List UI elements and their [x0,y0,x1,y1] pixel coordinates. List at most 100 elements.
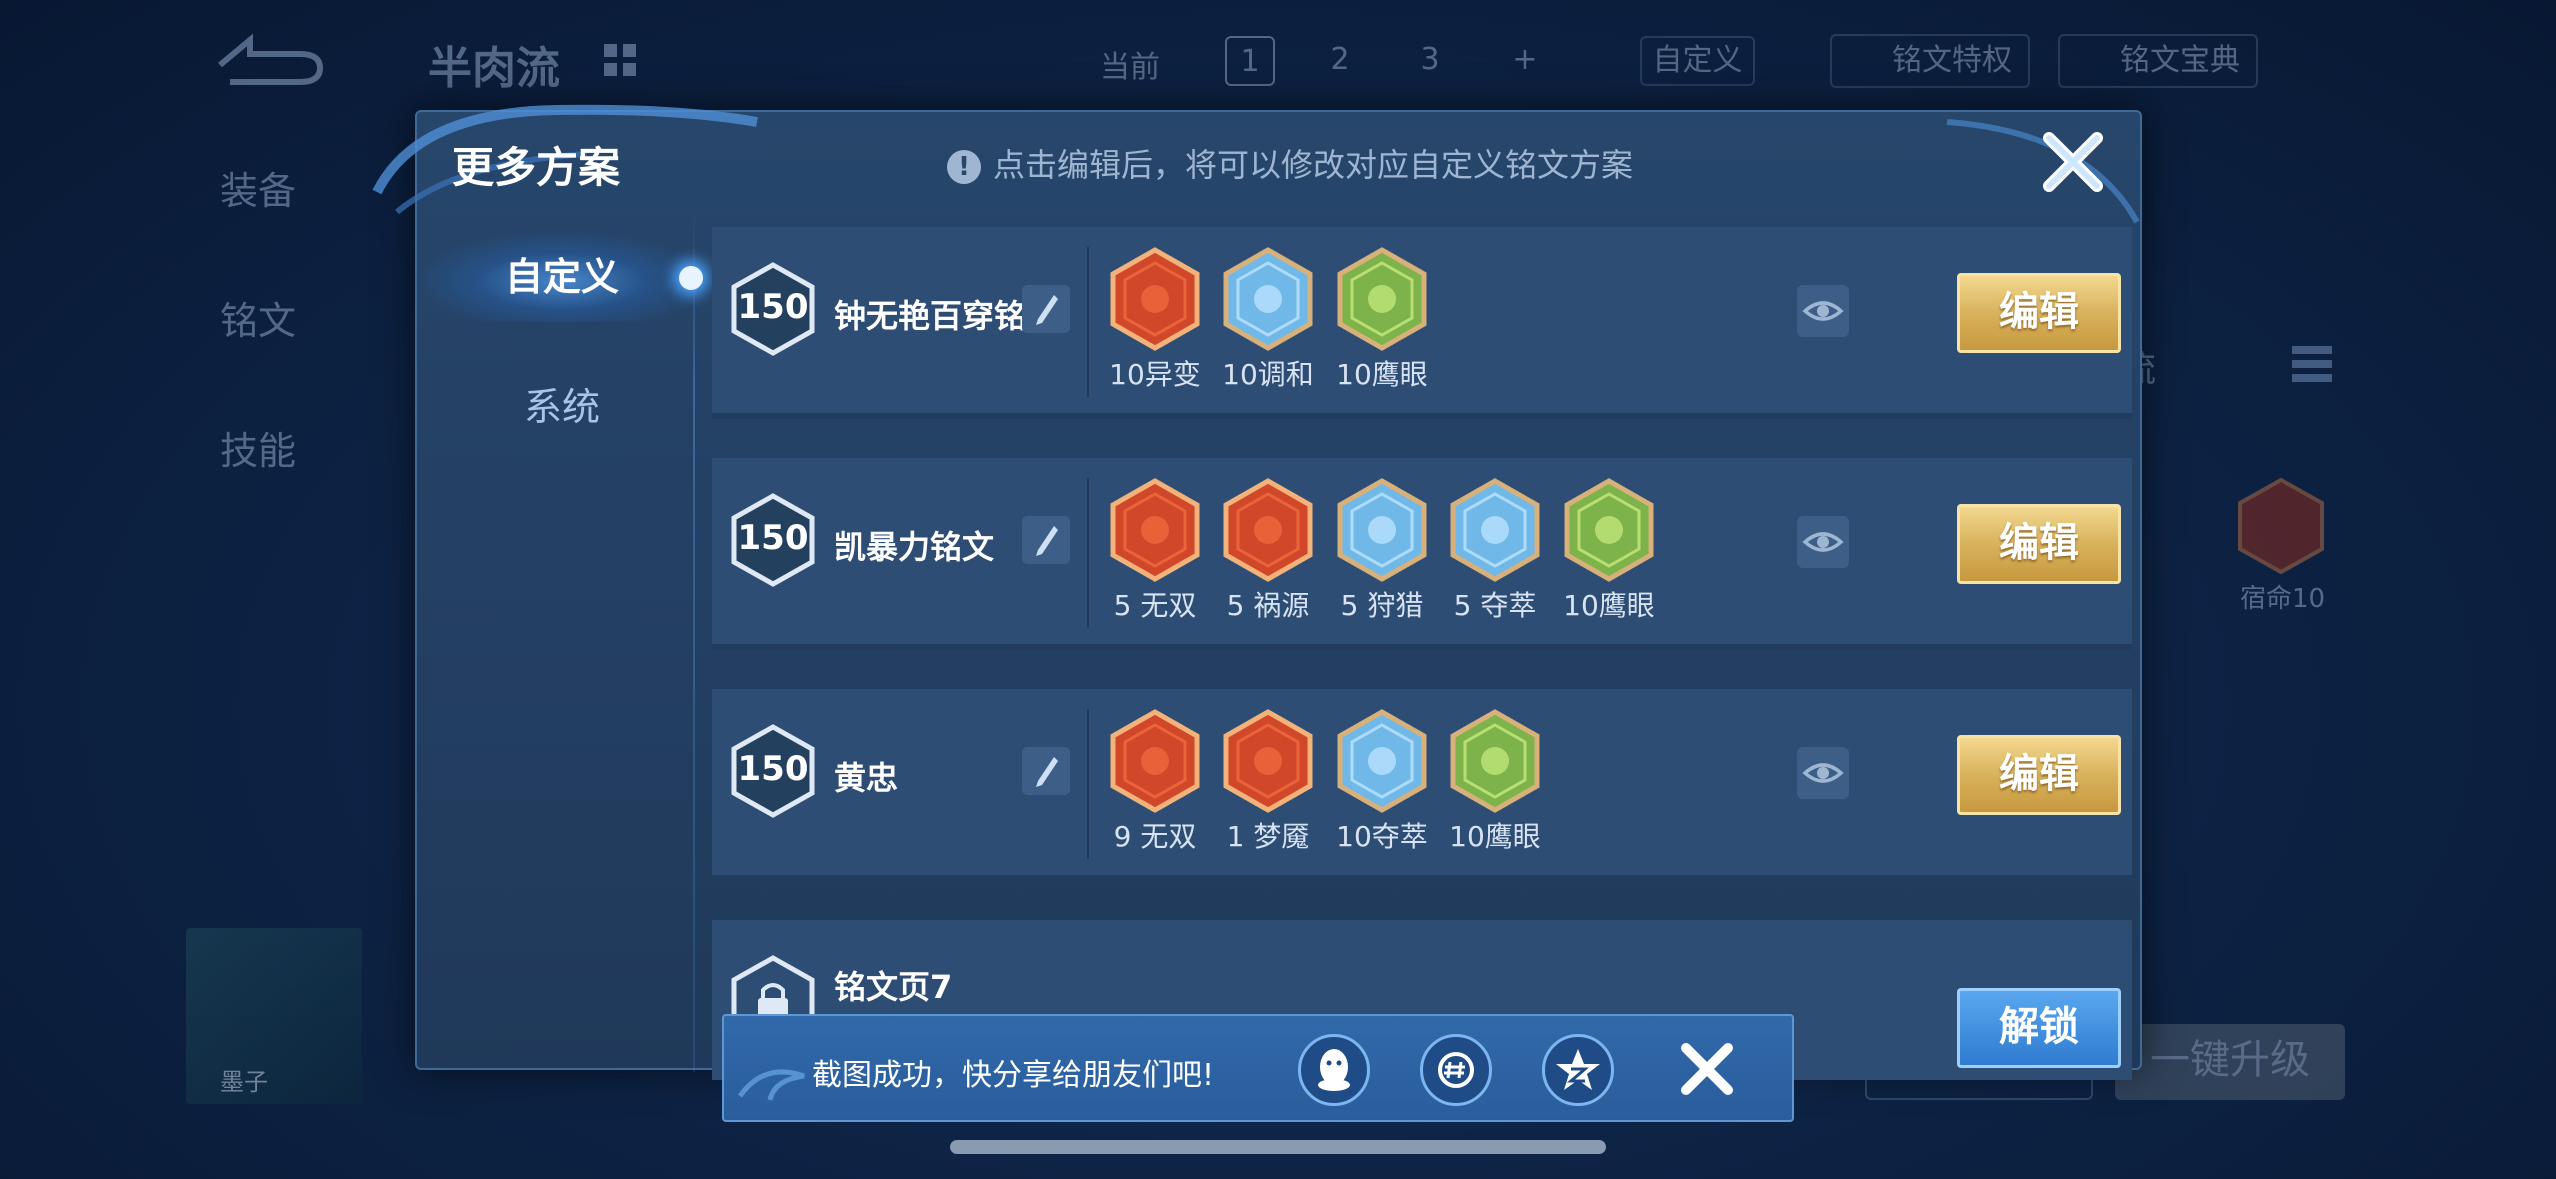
modal-header: 更多方案 ! 点击编辑后，将可以修改对应自定义铭文方案 [417,112,2140,212]
row-divider [1087,478,1089,628]
page-tab-1[interactable]: 1 [1225,36,1275,86]
rename-button[interactable] [1022,516,1070,564]
rune-label: 10鹰眼 [1563,589,1655,622]
page-tab-2[interactable]: 2 [1315,36,1365,86]
modal-title: 更多方案 [452,143,621,192]
scheme-row: 150 黄忠 9 无双 1 梦魇 10夺萃 10鹰眼 编辑 [712,689,2132,881]
eye-icon [1802,763,1844,783]
handbook-label: 铭文宝典 [2120,43,2240,78]
rune-level-value: 150 [737,287,809,327]
rune-item[interactable]: 5 夺萃 [1447,478,1543,624]
side-item-skills[interactable]: 技能 [220,420,296,475]
rune-item[interactable]: 10鹰眼 [1447,709,1543,855]
eye-icon [1802,301,1844,321]
rune-level-badge: 150 [730,492,816,588]
info-icon: ! [947,150,981,184]
rune-label: 5 无双 [1113,589,1197,622]
tab-system[interactable]: 系统 [417,362,707,452]
scheme-title: 半肉流 [428,43,560,94]
grid-icon[interactable] [600,40,640,80]
rune-item[interactable]: 5 无双 [1107,478,1203,624]
page-tab-3[interactable]: 3 [1405,36,1455,86]
row-divider [1087,709,1089,859]
edit-button[interactable]: 编辑 [1957,735,2121,815]
edit-button[interactable]: 编辑 [1957,504,2121,584]
custom-button[interactable]: 自定义 [1640,36,1755,86]
rune-label: 5 祸源 [1226,589,1310,622]
privilege-button[interactable]: 铭文特权 [1830,34,2030,88]
rune-item[interactable]: 9 无双 [1107,709,1203,855]
rune-green-icon [1334,247,1430,351]
rune-item[interactable]: 10异变 [1107,247,1203,393]
rune-level-value: 150 [737,518,809,558]
rune-item[interactable]: 10鹰眼 [1561,478,1657,624]
handbook-button[interactable]: 铭文宝典 [2058,34,2258,88]
tab-custom-label: 自定义 [504,255,619,299]
scheme-row: 150 凯暴力铭文 5 无双 5 祸源 5 狩猎 5 夺萃 10鹰眼 编辑 [712,458,2132,650]
rune-red-icon [1220,709,1316,813]
preview-button[interactable] [1797,285,1849,337]
scheme-type-tabs: 自定义 系统 [417,212,707,1072]
rune-level-badge: 150 [730,723,816,819]
rune-red-icon [1107,247,1203,351]
home-indicator[interactable] [950,1140,1606,1154]
rune-red-icon [1107,709,1203,813]
rune-item[interactable]: 10鹰眼 [1334,247,1430,393]
scheme-name: 凯暴力铭文 [834,528,995,566]
tab-custom[interactable]: 自定义 [417,232,707,322]
rune-blue-icon [1447,478,1543,582]
rune-label: 10鹰眼 [1449,820,1541,853]
rune-item[interactable]: 10夺萃 [1334,709,1430,855]
rune-blue-icon [1334,709,1430,813]
scheme-row: 150 钟无艳百穿铭 10异变 10调和 10鹰眼 编辑 [712,227,2132,419]
upgrade-button-right[interactable]: 一键升级 [2115,1024,2345,1100]
rename-button[interactable] [1022,747,1070,795]
rune-blue-icon [1220,247,1316,351]
pen-icon [1036,295,1058,325]
hint-text-container: ! 点击编辑后，将可以修改对应自定义铭文方案 [947,140,1633,186]
unlock-button[interactable]: 解锁 [1957,988,2121,1068]
qq-share-button[interactable] [1298,1034,1370,1106]
preview-button[interactable] [1797,516,1849,568]
hero-avatar[interactable] [186,928,362,1104]
side-divider [693,212,695,1072]
side-item-runes[interactable]: 铭文 [220,290,296,345]
rune-item[interactable]: 5 狩猎 [1334,478,1430,624]
tab-system-label: 系统 [523,385,600,429]
current-label: 当前 [1100,50,1160,85]
rune-red-icon [1220,478,1316,582]
rune-green-icon [1561,478,1657,582]
share-toast-text: 截图成功，快分享给朋友们吧! [812,1058,1215,1093]
qzone-share-button[interactable] [1542,1034,1614,1106]
side-item-equipment[interactable]: 装备 [220,160,296,215]
rune-label: 9 无双 [1113,820,1197,853]
qq-icon [1318,1049,1350,1091]
rename-button[interactable] [1022,285,1070,333]
rune-item[interactable]: 5 祸源 [1220,478,1316,624]
preview-button[interactable] [1797,747,1849,799]
rune-label: 5 夺萃 [1453,589,1537,622]
rune-label: 1 梦魇 [1226,820,1310,853]
row-divider [1087,247,1089,397]
moments-share-button[interactable] [1420,1034,1492,1106]
pen-icon [1036,526,1058,556]
pen-icon [1036,757,1058,787]
privilege-label: 铭文特权 [1892,43,2012,78]
close-icon[interactable] [2035,124,2111,200]
rune-level-badge: 150 [730,261,816,357]
rune-label: 10鹰眼 [1336,358,1428,391]
rune-item[interactable]: 10调和 [1220,247,1316,393]
eye-icon [1802,532,1844,552]
active-tab-indicator [679,266,703,290]
add-page-button[interactable]: + [1500,36,1550,86]
qzone-icon [1556,1049,1600,1090]
rune-item[interactable]: 1 梦魇 [1220,709,1316,855]
back-arrow-icon[interactable] [210,30,330,90]
toast-close-icon[interactable] [1674,1036,1740,1102]
rune-green-icon [1447,709,1543,813]
list-icon[interactable] [2290,340,2334,390]
rune-blue-icon [1334,478,1430,582]
wechat-moments-icon [1438,1052,1474,1088]
rune-red-icon [1107,478,1203,582]
edit-button[interactable]: 编辑 [1957,273,2121,353]
